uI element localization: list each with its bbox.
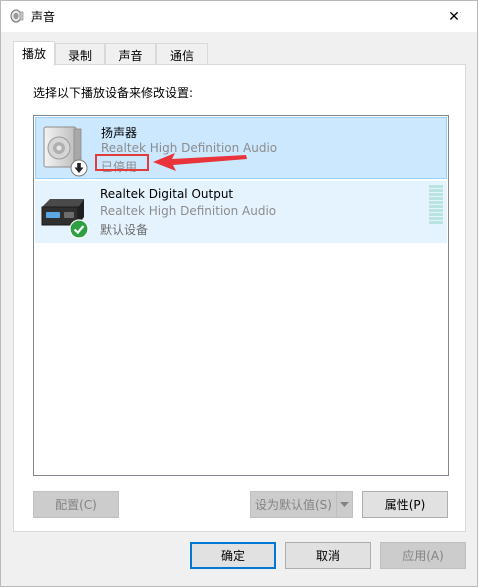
tab-playback[interactable]: 播放 (13, 41, 55, 66)
tab-communications[interactable]: 通信 (156, 43, 208, 64)
set-default-dropdown[interactable] (336, 491, 353, 518)
configure-button[interactable]: 配置(C) (33, 491, 119, 518)
device-name: Realtek Digital Output (100, 187, 234, 201)
close-icon: ✕ (448, 8, 460, 25)
device-name: 扬声器 (101, 126, 138, 140)
title-bar[interactable]: 声音 ✕ (1, 1, 477, 32)
device-list[interactable]: 扬声器 Realtek High Definition Audio 已停用 Re… (33, 115, 449, 476)
tab-recording[interactable]: 录制 (55, 43, 105, 64)
playback-panel: 选择以下播放设备来修改设置: 扬声器 Realtek High Definiti… (13, 64, 466, 532)
instruction-text: 选择以下播放设备来修改设置: (33, 86, 194, 100)
sound-dialog: 声音 ✕ 播放 录制 声音 通信 选择以下播放设备来修改设置: 扬声器 Real… (0, 0, 478, 587)
device-item-digital-output[interactable]: Realtek Digital Output Realtek High Defi… (35, 181, 447, 243)
device-status: 默认设备 (100, 223, 149, 237)
annotation-arrow-icon (153, 153, 247, 171)
close-button[interactable]: ✕ (431, 1, 477, 32)
cancel-button[interactable]: 取消 (285, 542, 371, 569)
window-title: 声音 (31, 10, 56, 24)
annotation-highlight-box (95, 154, 149, 171)
sound-app-icon (10, 9, 24, 23)
ok-button[interactable]: 确定 (190, 542, 276, 569)
tab-sounds[interactable]: 声音 (105, 43, 156, 64)
properties-button[interactable]: 属性(P) (362, 491, 448, 518)
chevron-down-icon (340, 501, 349, 507)
down-arrow-badge-icon (70, 159, 88, 177)
default-check-badge-icon (69, 219, 89, 239)
device-driver: Realtek High Definition Audio (100, 204, 277, 218)
device-item-speakers[interactable]: 扬声器 Realtek High Definition Audio 已停用 (35, 117, 447, 179)
apply-button[interactable]: 应用(A) (380, 542, 466, 569)
volume-level-meter (429, 185, 443, 227)
set-default-button[interactable]: 设为默认值(S) (250, 491, 336, 518)
